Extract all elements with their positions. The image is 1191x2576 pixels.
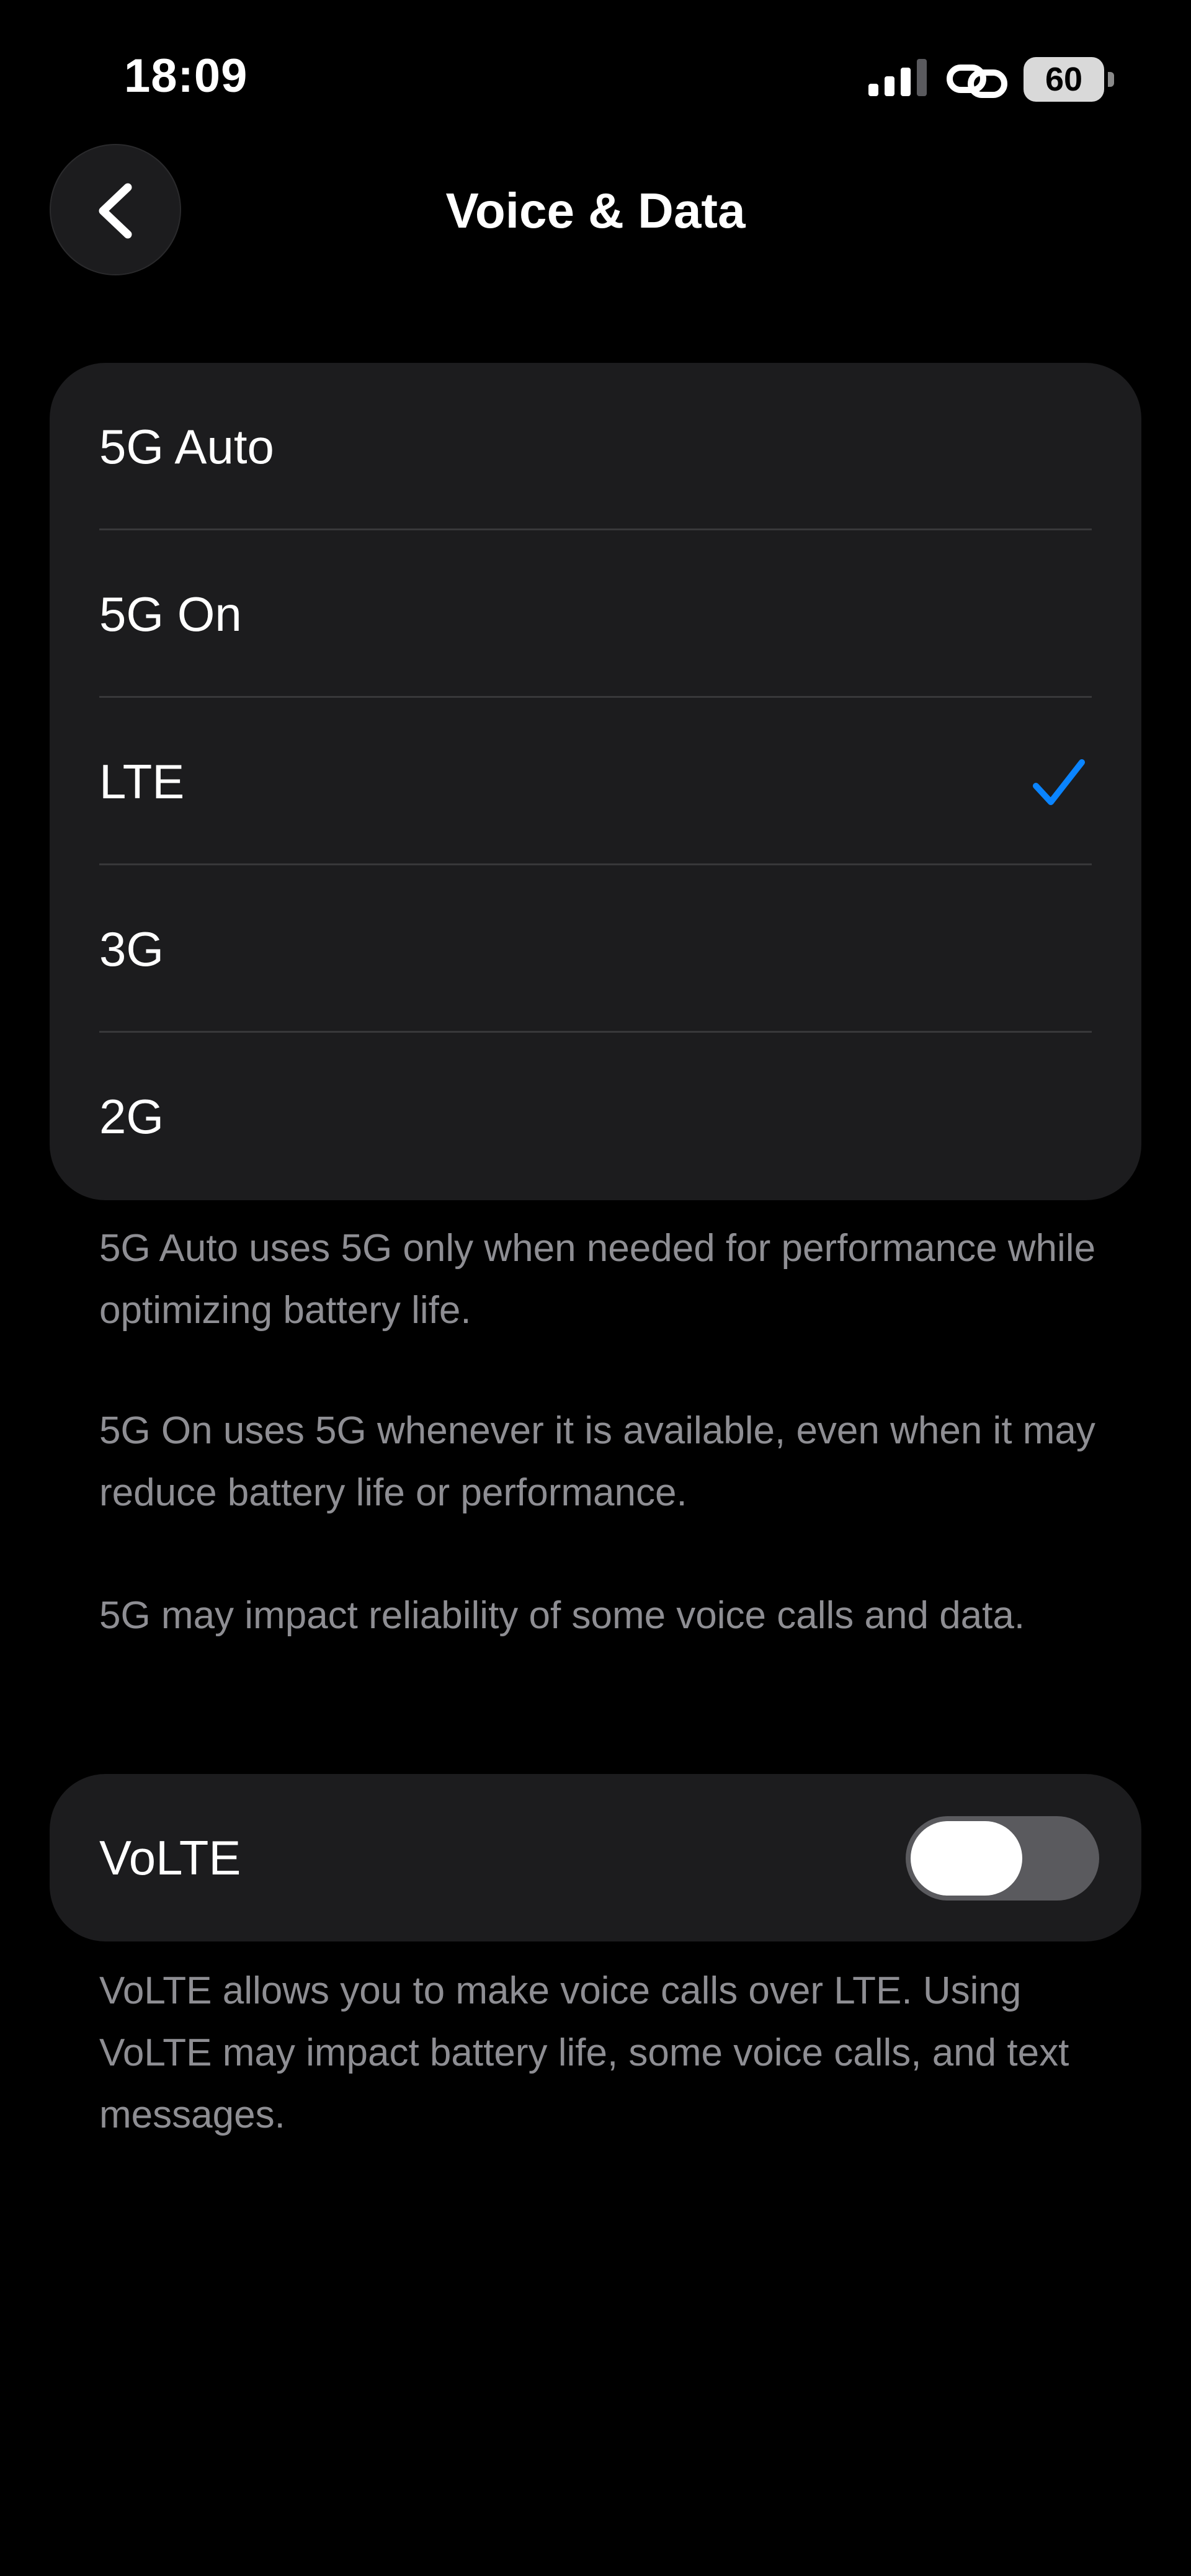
network-option-5g-on[interactable]: 5G On xyxy=(50,530,1141,698)
footnote-5g-reliability: 5G may impact reliability of some voice … xyxy=(99,1594,1025,1637)
footnote-5g-on: 5G On uses 5G whenever it is available, … xyxy=(99,1409,1095,1514)
network-mode-list: 5G Auto 5G On LTE 3G 2G xyxy=(50,363,1141,1200)
volte-row: VoLTE xyxy=(50,1774,1141,1941)
option-label: 3G xyxy=(99,922,164,976)
network-option-5g-auto[interactable]: 5G Auto xyxy=(50,363,1141,530)
volte-toggle[interactable] xyxy=(906,1816,1099,1901)
toggle-knob xyxy=(911,1821,1022,1896)
status-bar: 18:09 60 xyxy=(0,0,1191,136)
network-option-2g[interactable]: 2G xyxy=(50,1033,1141,1200)
volte-description: VoLTE allows you to make voice calls ove… xyxy=(99,1969,1069,2136)
volte-label: VoLTE xyxy=(99,1830,241,1885)
status-time: 18:09 xyxy=(124,50,248,102)
network-option-lte[interactable]: LTE xyxy=(50,698,1141,865)
page-title: Voice & Data xyxy=(445,183,746,238)
footnote-5g-auto: 5G Auto uses 5G only when needed for per… xyxy=(99,1227,1096,1332)
network-option-3g[interactable]: 3G xyxy=(50,865,1141,1033)
option-label: 2G xyxy=(99,1089,164,1144)
cellular-signal-icon xyxy=(868,59,927,96)
battery-icon: 60 xyxy=(1024,57,1117,102)
option-label: 5G Auto xyxy=(99,419,274,474)
link-icon xyxy=(947,65,1007,98)
battery-level: 60 xyxy=(1045,61,1083,98)
checkmark-icon xyxy=(1033,759,1085,805)
option-label: 5G On xyxy=(99,587,242,641)
option-label: LTE xyxy=(99,754,185,809)
